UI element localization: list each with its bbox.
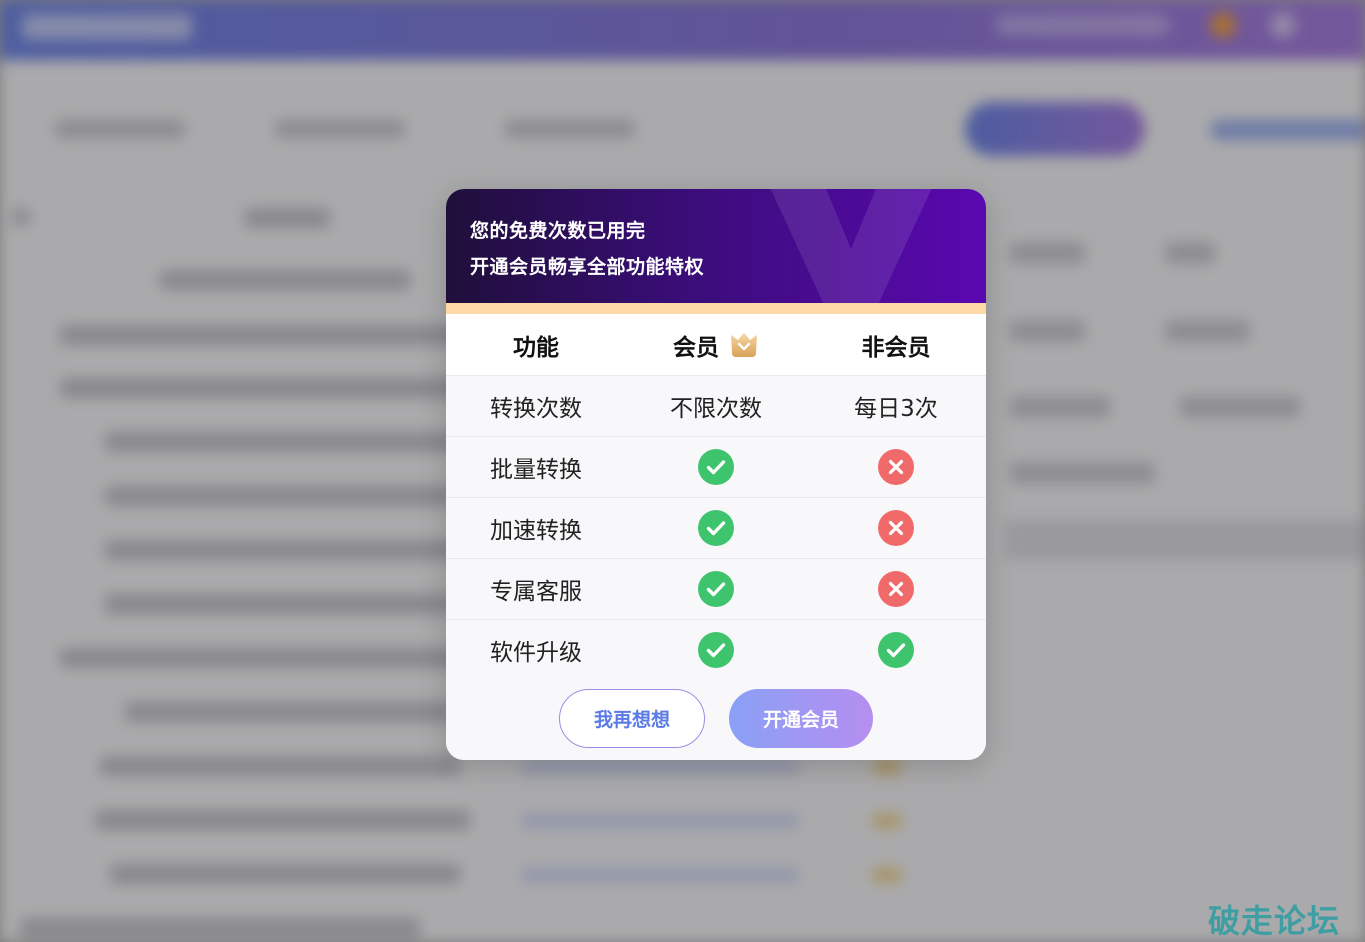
feature-cell: 批量转换: [490, 457, 582, 483]
nonmember-cell: [806, 571, 986, 607]
table-row: 专属客服: [446, 559, 986, 620]
nonmember-cell: [806, 449, 986, 485]
table-header-row: 功能 会员 非会员: [446, 314, 986, 376]
dialog-header: 您的免费次数已用完 开通会员畅享全部功能特权: [446, 189, 986, 303]
think-again-button[interactable]: 我再想想: [559, 688, 705, 748]
feature-cell: 专属客服: [490, 579, 582, 605]
check-icon: [698, 632, 734, 668]
dialog-title-line2: 开通会员畅享全部功能特权: [470, 256, 705, 278]
check-icon: [698, 449, 734, 485]
header-member-cell: 会员: [626, 328, 806, 362]
watermark-text: 破走论坛: [1208, 902, 1341, 940]
member-cell: [626, 449, 806, 485]
feature-cell: 转换次数: [490, 396, 582, 422]
check-icon: [878, 632, 914, 668]
header-nonmember: 非会员: [861, 334, 931, 361]
dialog-title-line1: 您的免费次数已用完: [470, 220, 646, 242]
table-row: 转换次数 不限次数 每日3次: [446, 376, 986, 437]
membership-dialog: 您的免费次数已用完 开通会员畅享全部功能特权 功能 会员 非会员 转换次数 不限…: [446, 189, 986, 760]
table-row: 加速转换: [446, 498, 986, 559]
dialog-footer: 我再想想 开通会员: [446, 676, 986, 760]
check-icon: [698, 571, 734, 607]
crown-icon: [731, 332, 757, 357]
member-cell: [626, 510, 806, 546]
table-row: 软件升级: [446, 620, 986, 681]
member-cell: [626, 571, 806, 607]
nonmember-cell: [806, 632, 986, 668]
activate-membership-button[interactable]: 开通会员: [729, 688, 873, 748]
feature-cell: 加速转换: [490, 518, 582, 544]
check-icon: [698, 510, 734, 546]
nonmember-cell: [806, 510, 986, 546]
feature-comparison-table: 功能 会员 非会员 转换次数 不限次数 每日3次批量转换加速转换专属客服软件升级: [446, 314, 986, 681]
header-feature: 功能: [513, 334, 559, 361]
cross-icon: [878, 571, 914, 607]
cross-icon: [878, 449, 914, 485]
header-accent-strip: [446, 303, 986, 314]
v-logo-icon: [770, 189, 932, 303]
header-member: 会员: [673, 334, 719, 361]
feature-cell: 软件升级: [490, 640, 582, 666]
nonmember-cell: 每日3次: [854, 396, 938, 422]
member-cell: 不限次数: [670, 396, 762, 422]
table-body: 转换次数 不限次数 每日3次批量转换加速转换专属客服软件升级: [446, 376, 986, 681]
member-cell: [626, 632, 806, 668]
cross-icon: [878, 510, 914, 546]
table-row: 批量转换: [446, 437, 986, 498]
